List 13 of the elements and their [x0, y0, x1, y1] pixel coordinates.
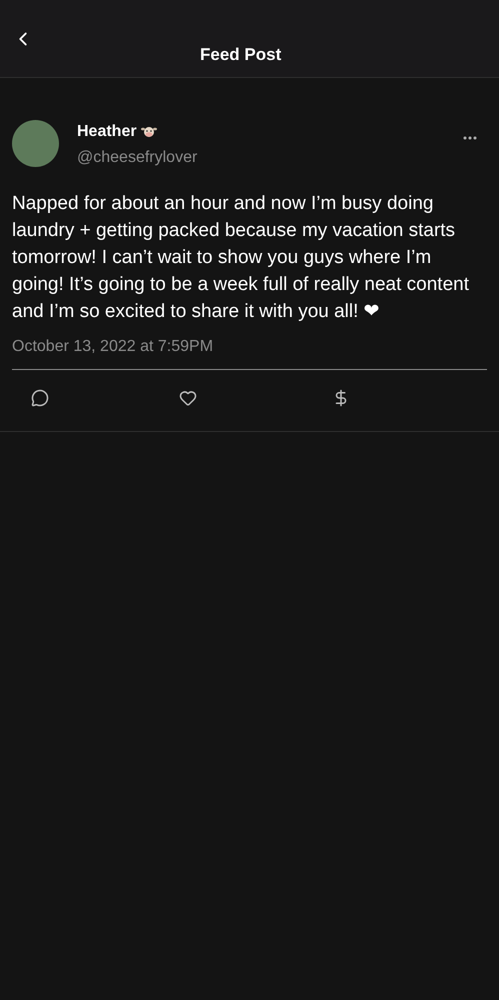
comment-icon	[31, 389, 49, 407]
more-options-button[interactable]	[463, 136, 477, 140]
avatar-photo-placeholder[interactable]	[12, 120, 59, 167]
post-timestamp: October 13, 2022 at 7:59PM	[12, 337, 214, 357]
heart-icon	[179, 389, 197, 407]
author-name[interactable]: Heather	[77, 120, 137, 144]
cow-face-icon	[140, 125, 157, 139]
more-icon	[463, 136, 477, 140]
page-title: Feed Post	[200, 44, 282, 66]
comment-button[interactable]	[31, 389, 49, 407]
post-text: Napped for about an hour and now I’m busy doing laundry + getting packed because my vacation starts tomorrow! I can’t wait to show you guys where I’m going! It’s going to be a week full of really neat content and I’m so excited to share it with you all! ❤	[12, 192, 470, 324]
like-button[interactable]	[179, 389, 197, 407]
author-handle[interactable]: @cheesefrylover	[77, 146, 198, 170]
